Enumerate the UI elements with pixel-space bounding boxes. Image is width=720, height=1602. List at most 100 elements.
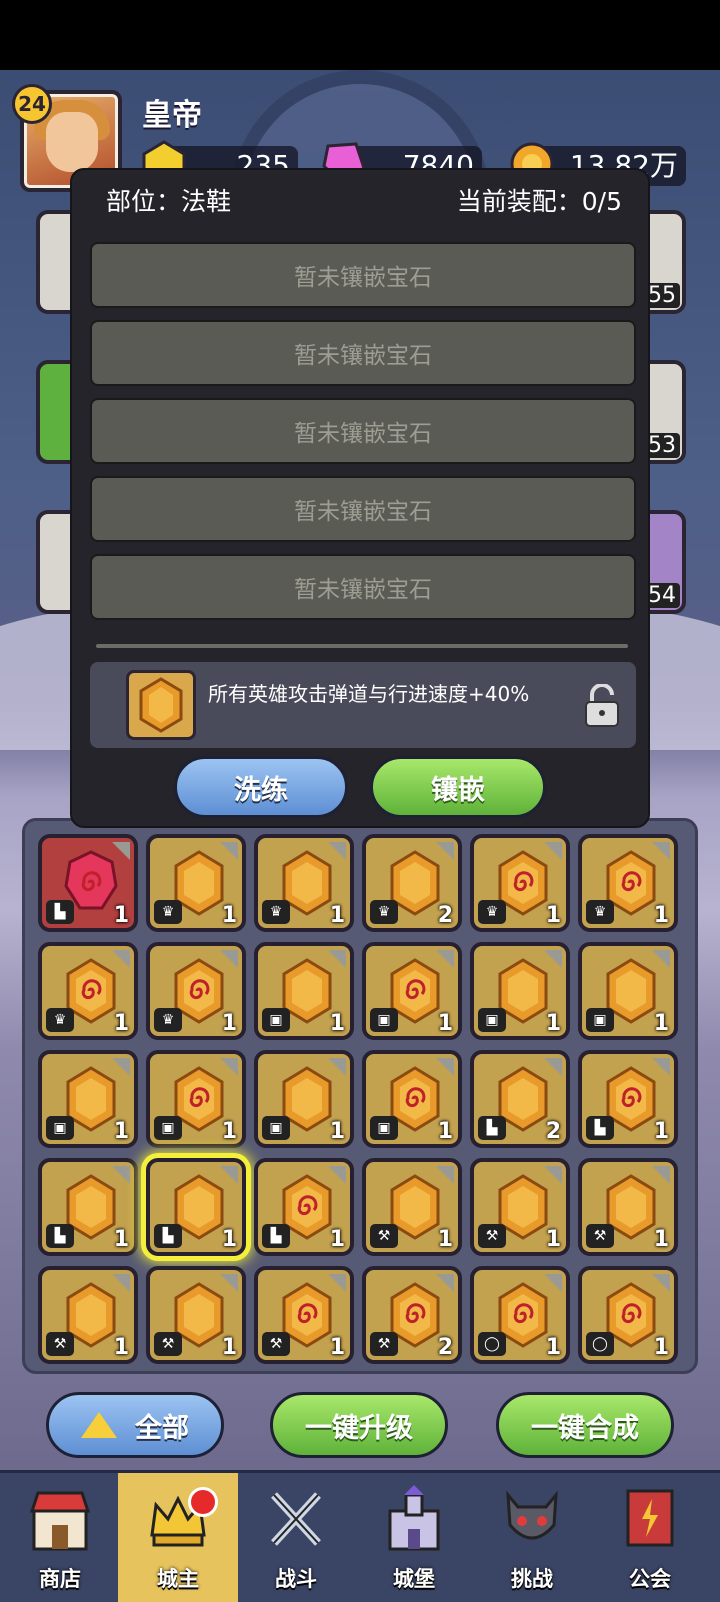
axe-slot-icon: ⚒ — [478, 1224, 506, 1248]
nav-guild[interactable]: 公会 — [590, 1473, 710, 1602]
gem-count: 1 — [221, 1227, 237, 1252]
gem-cell[interactable]: ◯ 1 — [578, 1266, 678, 1364]
gem-cell[interactable]: ♛ 1 — [146, 942, 246, 1040]
nav-challenge[interactable]: 挑战 — [472, 1473, 592, 1602]
gem-count: 1 — [545, 1227, 561, 1252]
gem-count: 2 — [437, 903, 453, 928]
gem-count: 1 — [653, 1227, 669, 1252]
armor-slot-icon: ▣ — [262, 1008, 290, 1032]
gem-count: 1 — [329, 903, 345, 928]
inlay-button[interactable]: 镶嵌 — [370, 756, 546, 818]
gem-cell[interactable]: ♛ 1 — [578, 834, 678, 932]
gem-count: 1 — [329, 1011, 345, 1036]
axe-slot-icon: ⚒ — [262, 1332, 290, 1356]
filter-triangle-icon — [81, 1412, 117, 1438]
axe-slot-icon: ⚒ — [46, 1332, 74, 1356]
gem-cell[interactable]: ▣ 1 — [578, 942, 678, 1040]
gem-cell[interactable]: ♛ 1 — [146, 834, 246, 932]
gem-cell[interactable]: ♛ 2 — [362, 834, 462, 932]
avatar-face — [46, 112, 98, 172]
gem-count: 1 — [113, 1227, 129, 1252]
gem-cell[interactable]: ▙ 1 — [578, 1050, 678, 1148]
refine-button[interactable]: 洗练 — [174, 756, 348, 818]
gem-cell[interactable]: ⚒ 1 — [470, 1158, 570, 1256]
armor-slot-icon: ▣ — [370, 1116, 398, 1140]
armor-slot-icon: ▣ — [262, 1116, 290, 1140]
gem-count: 1 — [653, 903, 669, 928]
gem-cell[interactable]: ▙ 1 — [254, 1158, 354, 1256]
gem-cell[interactable]: ▣ 1 — [470, 942, 570, 1040]
amber-gem-icon — [139, 677, 183, 733]
gem-count: 1 — [113, 1335, 129, 1360]
nav-label: 公会 — [629, 1567, 671, 1591]
gem-count: 1 — [653, 1011, 669, 1036]
boot-slot-icon: ▙ — [262, 1224, 290, 1248]
gem-cell[interactable]: ▣ 1 — [362, 1050, 462, 1148]
nav-label: 城堡 — [393, 1567, 435, 1591]
gem-count: 1 — [437, 1227, 453, 1252]
boot-slot-icon: ▙ — [154, 1224, 182, 1248]
gem-cell[interactable]: ⚒ 2 — [362, 1266, 462, 1364]
crossed-swords-icon — [271, 1492, 321, 1546]
ring-slot-icon: ◯ — [478, 1332, 506, 1356]
gem-cell[interactable]: ⚒ 1 — [578, 1158, 678, 1256]
gem-cell[interactable]: ▣ 1 — [254, 1050, 354, 1148]
shop-icon — [29, 1491, 91, 1551]
gem-socket-3[interactable]: 暂未镶嵌宝石 — [90, 398, 636, 464]
merge-all-button[interactable]: 一键合成 — [496, 1392, 674, 1458]
gem-count: 1 — [545, 1335, 561, 1360]
gem-cell[interactable]: ▙ 1 — [146, 1158, 246, 1256]
player-name: 皇帝 — [142, 98, 202, 133]
gem-count: 1 — [329, 1119, 345, 1144]
castle-icon — [388, 1485, 440, 1551]
nav-label: 战斗 — [275, 1567, 317, 1591]
armor-slot-icon: ▣ — [586, 1008, 614, 1032]
gem-cell[interactable]: ▙ 1 — [38, 834, 138, 932]
nav-lord[interactable]: 城主 — [118, 1473, 238, 1602]
gem-cell[interactable]: ▙ 1 — [38, 1158, 138, 1256]
gem-count: 1 — [653, 1335, 669, 1360]
nav-label: 挑战 — [511, 1567, 553, 1591]
gem-socket-1[interactable]: 暂未镶嵌宝石 — [90, 242, 636, 308]
gem-inlay-popup: 部位：法鞋 当前装配：0/5 暂未镶嵌宝石 暂未镶嵌宝石 暂未镶嵌宝石 暂未镶嵌… — [70, 168, 650, 828]
gem-cell[interactable]: ▣ 1 — [146, 1050, 246, 1148]
gem-cell[interactable]: ♛ 1 — [470, 834, 570, 932]
gem-cell[interactable]: ▣ 1 — [38, 1050, 138, 1148]
boot-slot-icon: ▙ — [586, 1116, 614, 1140]
filter-all-button[interactable]: 全部 — [46, 1392, 224, 1458]
filter-all-label: 全部 — [135, 1412, 189, 1444]
nav-label: 城主 — [157, 1567, 199, 1591]
gem-cell[interactable]: ⚒ 1 — [362, 1158, 462, 1256]
crown-slot-icon: ♛ — [370, 900, 398, 924]
gem-cell[interactable]: ♛ 1 — [254, 834, 354, 932]
unlock-icon[interactable] — [582, 684, 622, 728]
selected-gem-effect: 所有英雄攻击弹道与行进速度+40% — [90, 662, 636, 748]
upgrade-all-button[interactable]: 一键升级 — [270, 1392, 448, 1458]
selected-gem-thumbnail — [126, 670, 196, 740]
nav-battle[interactable]: 战斗 — [236, 1473, 356, 1602]
armor-slot-icon: ▣ — [478, 1008, 506, 1032]
gem-socket-5[interactable]: 暂未镶嵌宝石 — [90, 554, 636, 620]
gem-count: 1 — [113, 1119, 129, 1144]
nav-castle[interactable]: 城堡 — [354, 1473, 474, 1602]
gem-cell[interactable]: ◯ 1 — [470, 1266, 570, 1364]
boot-slot-icon: ▙ — [478, 1116, 506, 1140]
gem-count: 1 — [221, 903, 237, 928]
gem-effect-text: 所有英雄攻击弹道与行进速度+40% — [208, 682, 530, 706]
crown-slot-icon: ♛ — [154, 1008, 182, 1032]
gem-cell[interactable]: ▣ 1 — [254, 942, 354, 1040]
gem-cell[interactable]: ⚒ 1 — [38, 1266, 138, 1364]
gem-socket-4[interactable]: 暂未镶嵌宝石 — [90, 476, 636, 542]
gem-cell[interactable]: ▙ 2 — [470, 1050, 570, 1148]
gem-cell[interactable]: ⚒ 1 — [146, 1266, 246, 1364]
crown-slot-icon: ♛ — [586, 900, 614, 924]
gem-cell[interactable]: ⚒ 1 — [254, 1266, 354, 1364]
gem-cell[interactable]: ▣ 1 — [362, 942, 462, 1040]
gem-cell[interactable]: ♛ 1 — [38, 942, 138, 1040]
boot-slot-icon: ▙ — [46, 900, 74, 924]
axe-slot-icon: ⚒ — [370, 1332, 398, 1356]
nav-shop[interactable]: 商店 — [0, 1473, 120, 1602]
ring-slot-icon: ◯ — [586, 1332, 614, 1356]
gem-count: 1 — [221, 1119, 237, 1144]
gem-socket-2[interactable]: 暂未镶嵌宝石 — [90, 320, 636, 386]
